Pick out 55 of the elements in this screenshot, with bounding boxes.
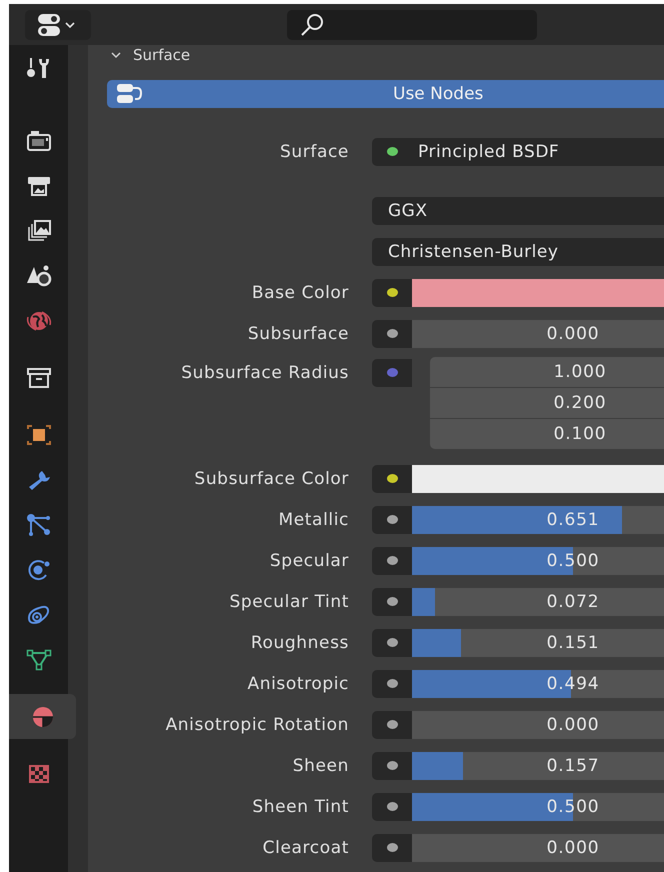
property-label: Subsurface Color (193, 468, 349, 488)
property-label: Subsurface Radius (180, 362, 349, 382)
tool-icon (26, 56, 52, 80)
number-field[interactable]: 0.100 (430, 419, 664, 449)
particles-icon (26, 512, 52, 536)
dropdown[interactable]: GGX (372, 196, 664, 224)
socket-button[interactable] (372, 464, 412, 492)
property-label: Surface (279, 142, 349, 162)
property-label: Specular Tint (228, 592, 349, 612)
panel-title: Surface (133, 46, 190, 64)
box-icon (26, 366, 52, 390)
orbit-icon (26, 558, 52, 582)
property-label: Specular (268, 550, 349, 570)
property-label: Clearcoat (262, 838, 349, 858)
socket-button[interactable] (372, 752, 412, 780)
value-slider[interactable]: 0.157 (412, 752, 664, 780)
color-swatch[interactable] (412, 278, 664, 306)
socket-button[interactable] (372, 278, 412, 306)
number-field[interactable]: 0.200 (430, 388, 664, 418)
socket-button[interactable] (372, 588, 412, 616)
dropdown[interactable]: Christensen-Burley (372, 238, 664, 266)
property-label: Metallic (277, 510, 349, 530)
socket-button[interactable] (372, 834, 412, 862)
triangle-mesh-icon (26, 648, 52, 672)
globe-icon (26, 308, 52, 332)
use-nodes-button[interactable]: Use Nodes (107, 80, 664, 108)
square-icon (26, 422, 52, 446)
camera-back-icon (26, 128, 52, 152)
nodes-icon (115, 83, 145, 105)
property-label: Anisotropic (246, 674, 349, 694)
editor-type-button[interactable] (25, 10, 91, 40)
value-slider[interactable]: 0.072 (412, 588, 664, 616)
cone-sphere-icon (26, 264, 52, 288)
color-swatch[interactable] (412, 464, 664, 492)
property-label: Sheen Tint (251, 796, 349, 816)
socket-button[interactable] (372, 506, 412, 534)
socket-button[interactable] (372, 792, 412, 820)
value-slider[interactable]: 0.651 (412, 506, 664, 534)
shader-dropdown[interactable]: Principled BSDF (372, 138, 664, 166)
property-label: Base Color (250, 282, 349, 302)
value-slider[interactable]: 0.151 (412, 628, 664, 656)
image-stack-icon (26, 218, 52, 242)
socket-button[interactable] (372, 320, 412, 348)
search-field[interactable] (287, 10, 537, 40)
socket-button[interactable] (372, 546, 412, 574)
property-label: Anisotropic Rotation (164, 714, 349, 734)
socket-button[interactable] (372, 670, 412, 698)
property-label: Sheen (292, 756, 349, 776)
property-label: Subsurface (246, 324, 349, 344)
socket-button[interactable] (372, 628, 412, 656)
socket-button[interactable] (372, 710, 412, 738)
properties-tab[interactable] (9, 694, 76, 739)
number-field[interactable]: 1.000 (430, 357, 664, 387)
property-label: Roughness (250, 632, 349, 652)
panel-header[interactable]: Surface (107, 45, 664, 65)
